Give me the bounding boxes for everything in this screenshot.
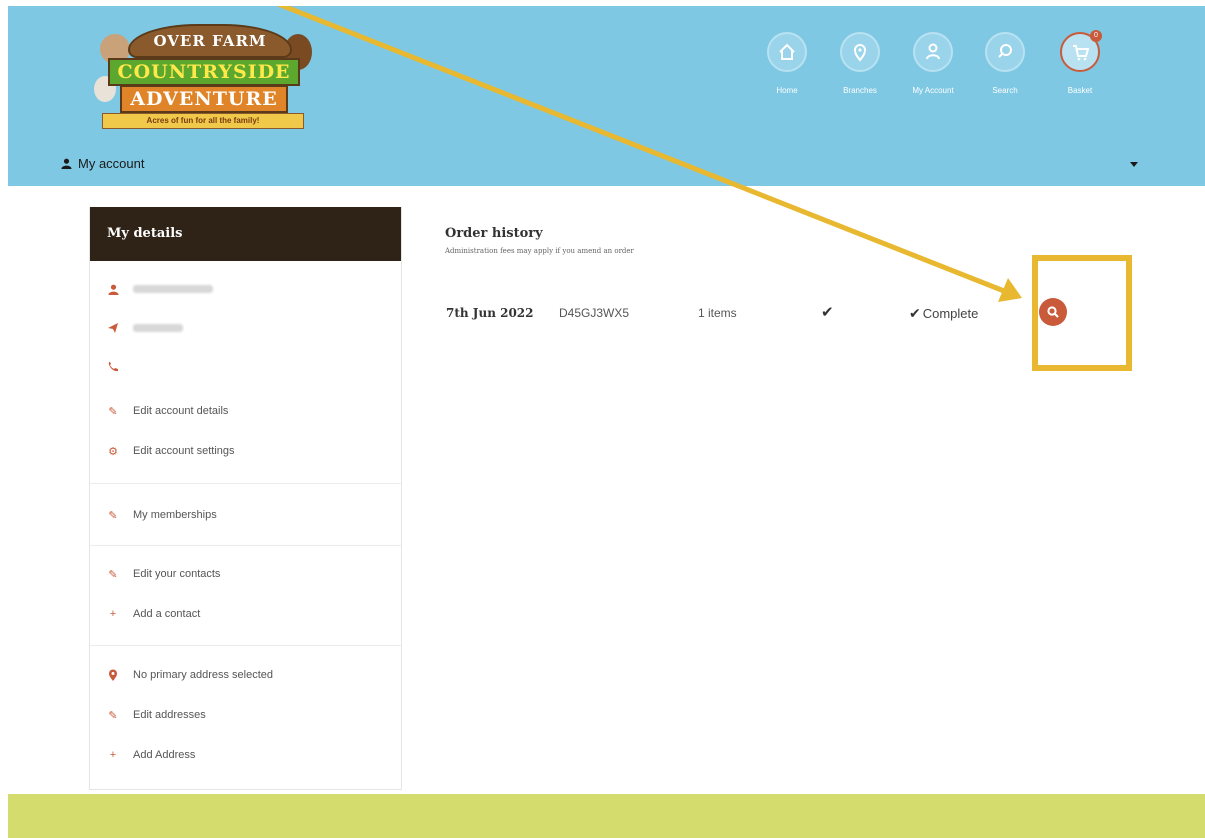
my-memberships-link[interactable]: ✎ My memberships bbox=[107, 505, 217, 525]
plus-icon: + bbox=[109, 608, 117, 620]
pencil-icon: ✎ bbox=[108, 405, 118, 418]
gear-icon: ⚙ bbox=[108, 445, 118, 458]
pencil-icon: ✎ bbox=[108, 568, 118, 581]
sidebar-divider bbox=[90, 645, 401, 646]
primary-address-label: No primary address selected bbox=[133, 669, 274, 681]
sidebar-divider bbox=[90, 483, 401, 484]
edit-account-details-label: Edit account details bbox=[133, 405, 229, 417]
add-address-label: Add Address bbox=[133, 749, 196, 761]
edit-account-settings-label: Edit account settings bbox=[133, 445, 235, 457]
add-contact-link[interactable]: + Add a contact bbox=[107, 604, 201, 624]
edit-addresses-label: Edit addresses bbox=[133, 709, 206, 721]
sidebar-divider bbox=[90, 545, 401, 546]
edit-account-settings-link[interactable]: ⚙ Edit account settings bbox=[107, 441, 235, 461]
edit-addresses-link[interactable]: ✎ Edit addresses bbox=[107, 705, 206, 725]
page: OVER FARM COUNTRYSIDE ADVENTURE Acres of… bbox=[8, 6, 1205, 838]
plus-icon: + bbox=[109, 749, 117, 761]
annotation-arrow bbox=[276, 6, 1022, 302]
pencil-icon: ✎ bbox=[108, 509, 118, 522]
add-contact-label: Add a contact bbox=[133, 608, 201, 620]
edit-contacts-label: Edit your contacts bbox=[133, 568, 221, 580]
pencil-icon: ✎ bbox=[108, 709, 118, 722]
site-footer bbox=[8, 794, 1205, 838]
location-pin-icon bbox=[107, 669, 119, 681]
my-memberships-label: My memberships bbox=[133, 509, 217, 521]
annotation-highlight-box bbox=[1032, 255, 1132, 371]
edit-contacts-link[interactable]: ✎ Edit your contacts bbox=[107, 564, 220, 584]
primary-address-status: No primary address selected bbox=[107, 665, 273, 685]
add-address-link[interactable]: + Add Address bbox=[107, 745, 196, 765]
